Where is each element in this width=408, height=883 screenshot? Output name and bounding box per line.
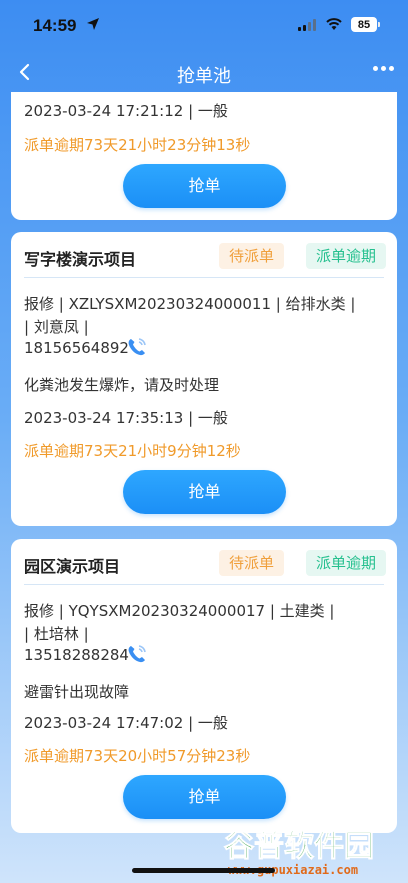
cellular-signal-icon xyxy=(298,19,316,31)
status-badge-pending: 待派单 xyxy=(218,243,284,269)
order-card: 园区演示项目 待派单 派单逾期 报修 | YQYSXM2023032400001… xyxy=(11,539,397,833)
project-title: 园区演示项目 xyxy=(24,557,121,576)
order-info-line: 报修 | XZLYSXM20230324000011 | 给排水类 | xyxy=(24,295,356,313)
order-assignee-line: | 杜培林 | xyxy=(24,625,89,643)
grab-order-button[interactable]: 抢单 xyxy=(123,775,286,819)
card-header: 园区演示项目 待派单 派单逾期 xyxy=(24,539,386,585)
page-title: 抢单池 xyxy=(177,66,231,87)
order-datetime-level: 2023-03-24 17:21:12 | 一般 xyxy=(24,102,228,120)
order-card: 2023-03-24 17:21:12 | 一般 派单逾期73天21小时23分钟… xyxy=(11,92,397,220)
status-badge-pending: 待派单 xyxy=(218,550,284,576)
wifi-icon xyxy=(326,18,342,30)
order-info-line: 报修 | YQYSXM20230324000017 | 土建类 | xyxy=(24,602,335,620)
status-badge-overdue: 派单逾期 xyxy=(305,550,386,576)
phone-number: 18156564892 xyxy=(24,339,129,357)
order-overdue-text: 派单逾期73天21小时9分钟12秒 xyxy=(24,442,241,460)
order-card: 写字楼演示项目 待派单 派单逾期 报修 | XZLYSXM20230324000… xyxy=(11,232,397,526)
order-description: 避雷针出现故障 xyxy=(24,683,130,701)
order-overdue-text: 派单逾期73天20小时57分钟23秒 xyxy=(24,747,251,765)
svg-text:谷普软件园: 谷普软件园 xyxy=(224,829,374,864)
order-datetime-level: 2023-03-24 17:35:13 | 一般 xyxy=(24,409,228,427)
phone-number: 13518288284 xyxy=(24,646,129,664)
order-datetime-level: 2023-03-24 17:47:02 | 一般 xyxy=(24,714,228,732)
order-overdue-text: 派单逾期73天21小时23分钟13秒 xyxy=(24,136,251,154)
phone-icon[interactable] xyxy=(126,643,148,665)
location-arrow-icon xyxy=(87,18,99,30)
status-time: 14:59 xyxy=(33,16,77,35)
more-options-button[interactable] xyxy=(373,66,394,71)
home-indicator[interactable] xyxy=(132,868,275,873)
battery-level: 85 xyxy=(357,18,371,31)
nav-bar: 抢单池 xyxy=(0,52,408,92)
status-badge-overdue: 派单逾期 xyxy=(305,243,386,269)
grab-order-button[interactable]: 抢单 xyxy=(123,470,286,514)
status-bar: 14:59 85 xyxy=(0,0,408,52)
grab-order-button[interactable]: 抢单 xyxy=(123,164,286,208)
order-description: 化粪池发生爆炸，请及时处理 xyxy=(24,376,220,394)
card-header: 写字楼演示项目 待派单 派单逾期 xyxy=(24,232,386,278)
order-assignee-line: | 刘意凤 | xyxy=(24,318,89,336)
project-title: 写字楼演示项目 xyxy=(24,250,137,269)
phone-icon[interactable] xyxy=(126,336,148,358)
battery-icon: 85 xyxy=(351,17,380,32)
